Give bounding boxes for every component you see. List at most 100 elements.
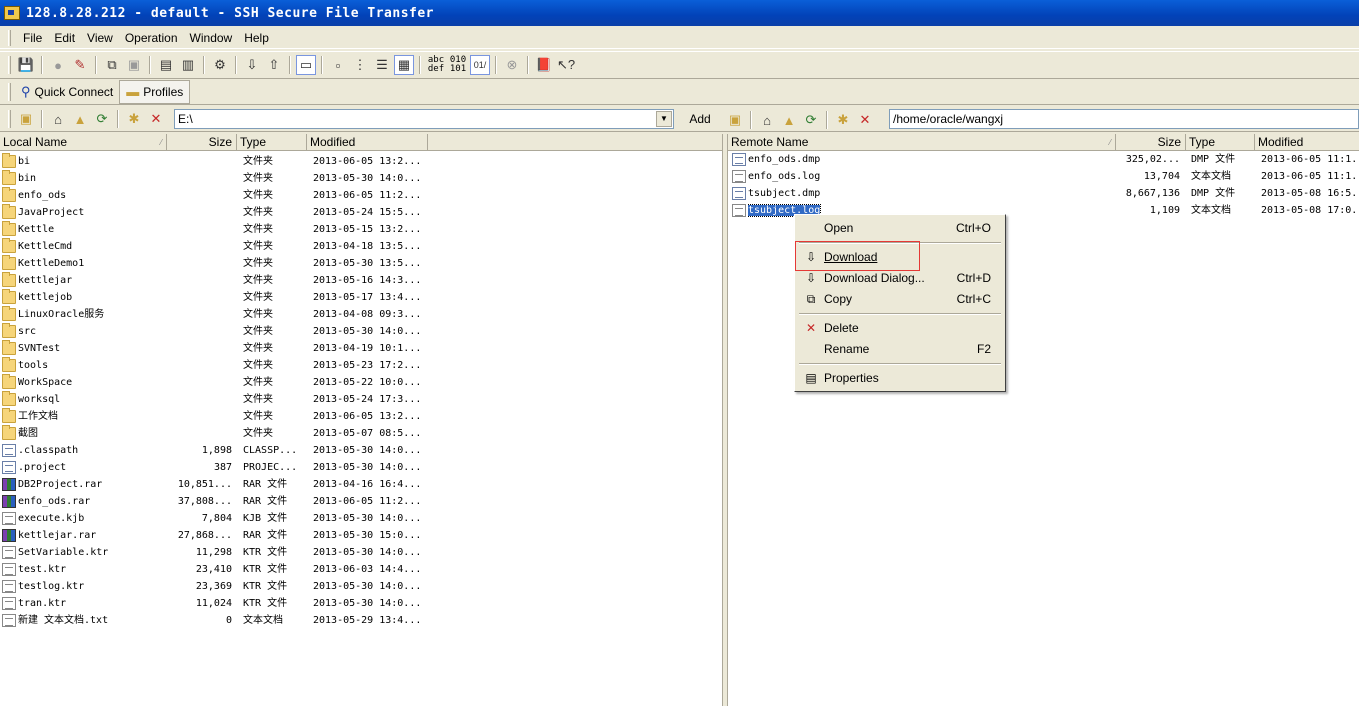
table-row[interactable]: 截图 文件夹 2013-05-07 08:5...: [0, 425, 722, 442]
remote-size-header[interactable]: Size: [1116, 134, 1186, 151]
toolbar-grip[interactable]: [8, 110, 11, 128]
local-new-folder-icon[interactable]: ✱: [124, 109, 144, 129]
toolbar-grip[interactable]: [8, 82, 11, 101]
local-path-combo[interactable]: E:\ ▼: [174, 109, 674, 129]
ascii-mode-button[interactable]: abc def: [425, 55, 447, 75]
large-icons-icon[interactable]: ▫: [328, 55, 348, 75]
file-name: 工作文档: [18, 411, 58, 422]
context-help-icon[interactable]: ↖?: [556, 55, 576, 75]
menu-view[interactable]: View: [81, 31, 119, 45]
disconnect-icon[interactable]: ✎: [70, 55, 90, 75]
menu-grip[interactable]: [8, 30, 11, 46]
file-modified: 2013-05-15 13:2...: [313, 224, 422, 235]
menu-window[interactable]: Window: [184, 31, 239, 45]
table-row[interactable]: kettlejar 文件夹 2013-05-16 14:3...: [0, 272, 722, 289]
table-row[interactable]: .classpath 1,898 CLASSP... 2013-05-30 14:0.…: [0, 442, 722, 459]
menu-item-rename[interactable]: Rename F2: [797, 339, 1003, 359]
file-size: [167, 170, 232, 187]
binary-mode-button[interactable]: 010 101: [447, 55, 469, 75]
save-icon[interactable]: 💾: [16, 55, 36, 75]
remote-new-window-icon[interactable]: ▣: [725, 110, 745, 130]
table-row[interactable]: .project 387 PROJEC... 2013-05-30 14:0...: [0, 459, 722, 476]
menu-file[interactable]: File: [17, 31, 48, 45]
local-new-window-icon[interactable]: ▣: [16, 109, 36, 129]
remote-name-header[interactable]: Remote Name ⁄: [728, 134, 1116, 151]
small-icons-icon[interactable]: ⋮: [350, 55, 370, 75]
copy-icon[interactable]: ⧉: [102, 55, 122, 75]
menu-item-delete[interactable]: ✕ Delete: [797, 318, 1003, 338]
table-row[interactable]: enfo_ods 文件夹 2013-06-05 11:2...: [0, 187, 722, 204]
paste-icon[interactable]: ▣: [124, 55, 144, 75]
upload-arrow-icon[interactable]: ⇧: [264, 55, 284, 75]
remote-home-icon[interactable]: ⌂: [757, 110, 777, 130]
menu-item-copy[interactable]: ⧉ Copy Ctrl+C: [797, 289, 1003, 309]
table-row[interactable]: KettleCmd 文件夹 2013-04-18 13:5...: [0, 238, 722, 255]
list-view-icon[interactable]: ☰: [372, 55, 392, 75]
table-row[interactable]: execute.kjb 7,804 KJB 文件 2013-05-30 14:0...: [0, 510, 722, 527]
table-row[interactable]: enfo_ods.dmp 325,02... DMP 文件 2013-06-05 11…: [728, 151, 1359, 168]
auto-mode-icon[interactable]: 01/: [470, 55, 490, 75]
table-row[interactable]: src 文件夹 2013-05-30 14:0...: [0, 323, 722, 340]
table-row[interactable]: 新建 文本文档.txt 0 文本文档 2013-05-29 13:4...: [0, 612, 722, 629]
toolbar-grip[interactable]: [8, 56, 11, 74]
table-row[interactable]: Kettle 文件夹 2013-05-15 13:2...: [0, 221, 722, 238]
help-book-icon[interactable]: 📕: [534, 55, 554, 75]
menu-item-properties[interactable]: ▤ Properties: [797, 368, 1003, 388]
new-terminal-icon[interactable]: ▤: [156, 55, 176, 75]
menu-help[interactable]: Help: [238, 31, 275, 45]
file-pane-icon[interactable]: ▭: [296, 55, 316, 75]
local-type-header[interactable]: Type: [237, 134, 307, 151]
details-view-icon[interactable]: ▦: [394, 55, 414, 75]
remote-new-folder-icon[interactable]: ✱: [833, 110, 853, 130]
menu-edit[interactable]: Edit: [48, 31, 81, 45]
download-arrow-icon[interactable]: ⇩: [242, 55, 262, 75]
local-home-icon[interactable]: ⌂: [48, 109, 68, 129]
local-modified-header[interactable]: Modified: [307, 134, 428, 151]
local-up-folder-icon[interactable]: ▲: [70, 109, 90, 129]
table-row[interactable]: WorkSpace 文件夹 2013-05-22 10:0...: [0, 374, 722, 391]
table-row[interactable]: LinuxOracle服务 文件夹 2013-04-08 09:3...: [0, 306, 722, 323]
table-row[interactable]: JavaProject 文件夹 2013-05-24 15:5...: [0, 204, 722, 221]
chevron-down-icon[interactable]: ▼: [656, 111, 672, 127]
table-row[interactable]: bi 文件夹 2013-06-05 13:2...: [0, 153, 722, 170]
table-row[interactable]: tsubject.dmp 8,667,136 DMP 文件 2013-05-08 16…: [728, 185, 1359, 202]
add-button[interactable]: Add: [680, 109, 720, 129]
table-row[interactable]: 工作文档 文件夹 2013-06-05 13:2...: [0, 408, 722, 425]
table-row[interactable]: kettlejob 文件夹 2013-05-17 13:4...: [0, 289, 722, 306]
table-row[interactable]: kettlejar.rar 27,868... RAR 文件 2013-05-30 1…: [0, 527, 722, 544]
table-row[interactable]: tools 文件夹 2013-05-23 17:2...: [0, 357, 722, 374]
local-size-header[interactable]: Size: [167, 134, 237, 151]
remote-delete-icon[interactable]: ✕: [855, 110, 875, 130]
new-file-transfer-icon[interactable]: ▥: [178, 55, 198, 75]
local-delete-icon[interactable]: ✕: [146, 109, 166, 129]
quick-connect-button[interactable]: ⚲ Quick Connect: [15, 80, 119, 104]
table-row[interactable]: enfo_ods.log 13,704 文本文档 2013-06-05 11:1.: [728, 168, 1359, 185]
table-row[interactable]: worksql 文件夹 2013-05-24 17:3...: [0, 391, 722, 408]
table-row[interactable]: test.ktr 23,410 KTR 文件 2013-06-03 14:4...: [0, 561, 722, 578]
menu-item-open[interactable]: Open Ctrl+O: [797, 218, 1003, 238]
table-row[interactable]: SetVariable.ktr 11,298 KTR 文件 2013-05-30 14…: [0, 544, 722, 561]
menu-item-download-dialog[interactable]: ⇩ Download Dialog... Ctrl+D: [797, 268, 1003, 288]
app-icon[interactable]: [4, 6, 20, 20]
menu-operation[interactable]: Operation: [119, 31, 184, 45]
table-row[interactable]: testlog.ktr 23,369 KTR 文件 2013-05-30 14:0..…: [0, 578, 722, 595]
remote-modified-header[interactable]: Modified: [1255, 134, 1359, 151]
local-file-list[interactable]: Local Name ⁄ Size Type Modified bi 文件夹 2013…: [0, 134, 722, 706]
remote-up-folder-icon[interactable]: ▲: [779, 110, 799, 130]
table-row[interactable]: KettleDemo1 文件夹 2013-05-30 13:5...: [0, 255, 722, 272]
table-row[interactable]: bin 文件夹 2013-05-30 14:0...: [0, 170, 722, 187]
table-row[interactable]: tran.ktr 11,024 KTR 文件 2013-05-30 14:0...: [0, 595, 722, 612]
remote-refresh-icon[interactable]: ⟳: [801, 110, 821, 130]
settings-icon[interactable]: ⚙: [210, 55, 230, 75]
table-row[interactable]: SVNTest 文件夹 2013-04-19 10:1...: [0, 340, 722, 357]
file-modified: 2013-04-08 09:3...: [313, 309, 422, 320]
stop-icon[interactable]: ⊗: [502, 55, 522, 75]
profiles-button[interactable]: ▬ Profiles: [119, 79, 191, 104]
remote-path-input[interactable]: /home/oracle/wangxj: [889, 109, 1359, 129]
connect-icon[interactable]: ●: [48, 55, 68, 75]
local-name-header[interactable]: Local Name ⁄: [0, 134, 167, 151]
table-row[interactable]: DB2Project.rar 10,851... RAR 文件 2013-04-16 …: [0, 476, 722, 493]
local-refresh-icon[interactable]: ⟳: [92, 109, 112, 129]
remote-type-header[interactable]: Type: [1186, 134, 1255, 151]
table-row[interactable]: enfo_ods.rar 37,808... RAR 文件 2013-06-05 11…: [0, 493, 722, 510]
